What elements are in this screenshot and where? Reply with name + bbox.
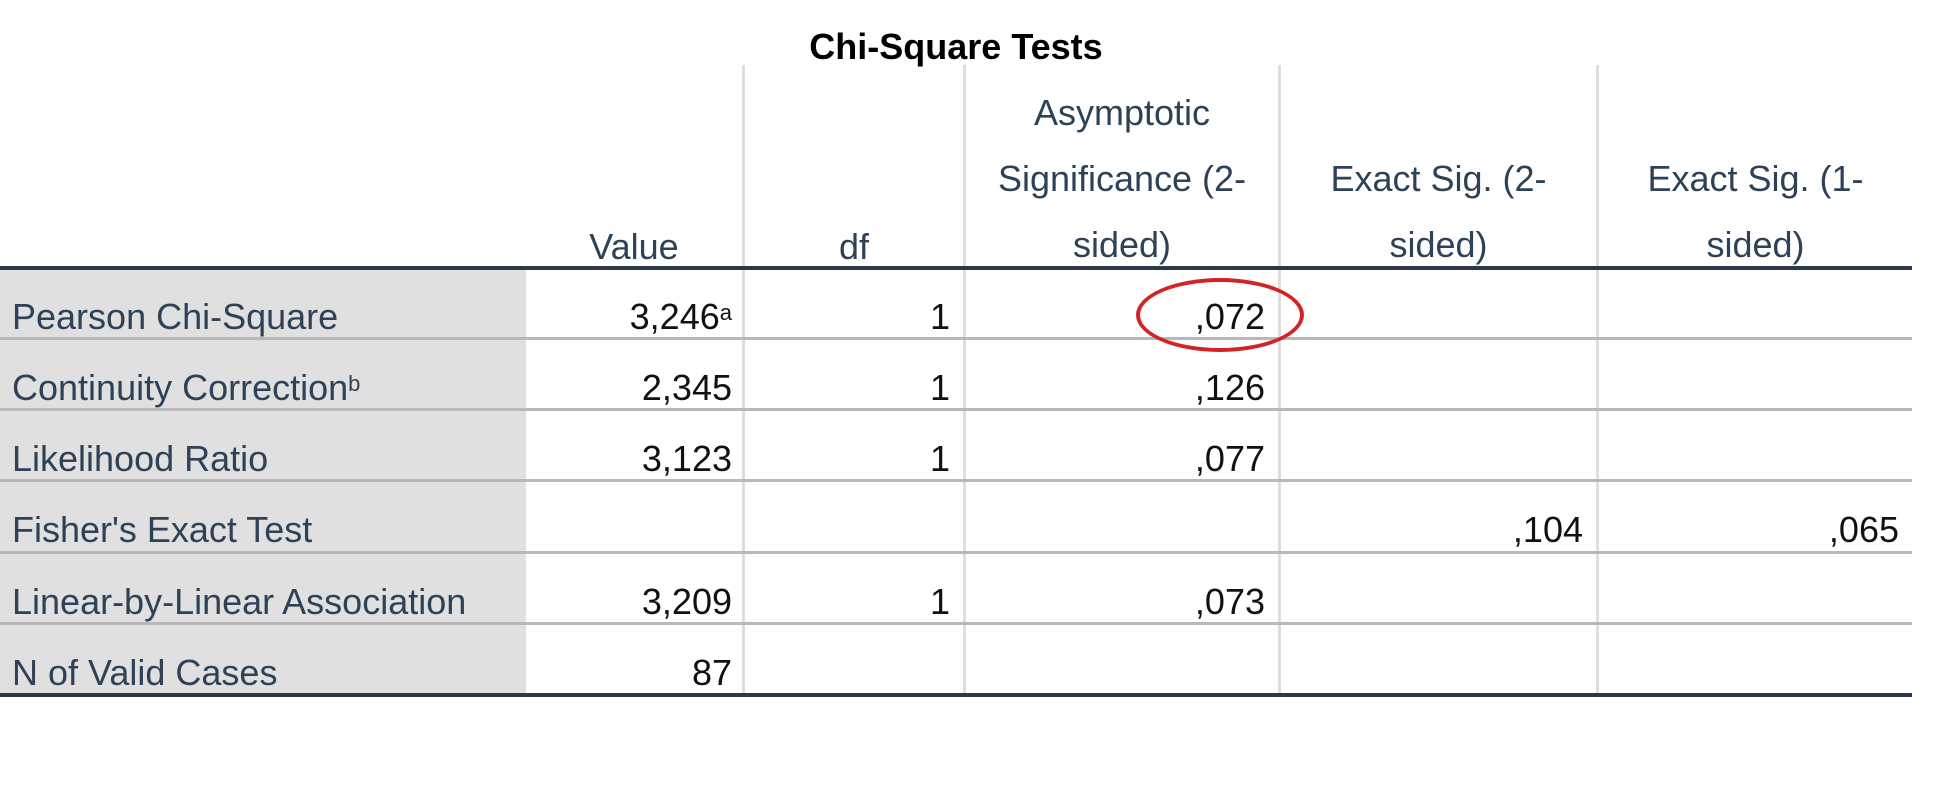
header-exact1-line1: Exact Sig. (1- xyxy=(1647,158,1864,199)
row-label: Likelihood Ratio xyxy=(12,438,269,479)
header-asymptotic-line1: Asymptotic xyxy=(1033,92,1211,133)
header-value: Value xyxy=(589,226,679,267)
cell-df: 1 xyxy=(929,367,950,408)
cell-value: 3,209 xyxy=(641,581,732,622)
row-divider xyxy=(0,551,1912,554)
cell-value: 87 xyxy=(691,652,732,693)
row-label: Continuity Correctionb xyxy=(12,367,361,408)
row-label: Pearson Chi-Square xyxy=(12,296,339,337)
header-exact2-line1: Exact Sig. (2- xyxy=(1330,158,1547,199)
cell-value: 3,246a xyxy=(629,296,732,337)
cell-df: 1 xyxy=(929,438,950,479)
row-label: Fisher's Exact Test xyxy=(12,509,313,550)
cell-value: 3,123 xyxy=(641,438,732,479)
cell-df: 1 xyxy=(929,296,950,337)
footnote-marker: a xyxy=(719,300,732,325)
cell-asymp-sig: ,126 xyxy=(1194,367,1265,408)
cell-asymp-sig: ,073 xyxy=(1194,581,1265,622)
cell-asymp-sig: ,077 xyxy=(1194,438,1265,479)
highlight-ellipse xyxy=(1136,278,1304,352)
table-bottom-rule xyxy=(0,693,1912,697)
row-label: Linear-by-Linear Association xyxy=(12,581,467,622)
table-title: Chi-Square Tests xyxy=(809,26,1103,67)
cell-value: 2,345 xyxy=(641,367,732,408)
cell-df: 1 xyxy=(929,581,950,622)
footnote-marker: b xyxy=(348,371,361,396)
row-divider xyxy=(0,622,1912,625)
row-divider xyxy=(0,408,1912,411)
cell-exact-sig-1: ,065 xyxy=(1828,509,1899,550)
row-label: N of Valid Cases xyxy=(12,652,278,693)
cell-exact-sig-2: ,104 xyxy=(1512,509,1583,550)
header-asymptotic-line2: Significance (2- xyxy=(997,158,1247,199)
row-divider xyxy=(0,337,1912,340)
header-rule xyxy=(0,266,1912,270)
header-df: df xyxy=(838,226,870,267)
row-divider xyxy=(0,479,1912,482)
